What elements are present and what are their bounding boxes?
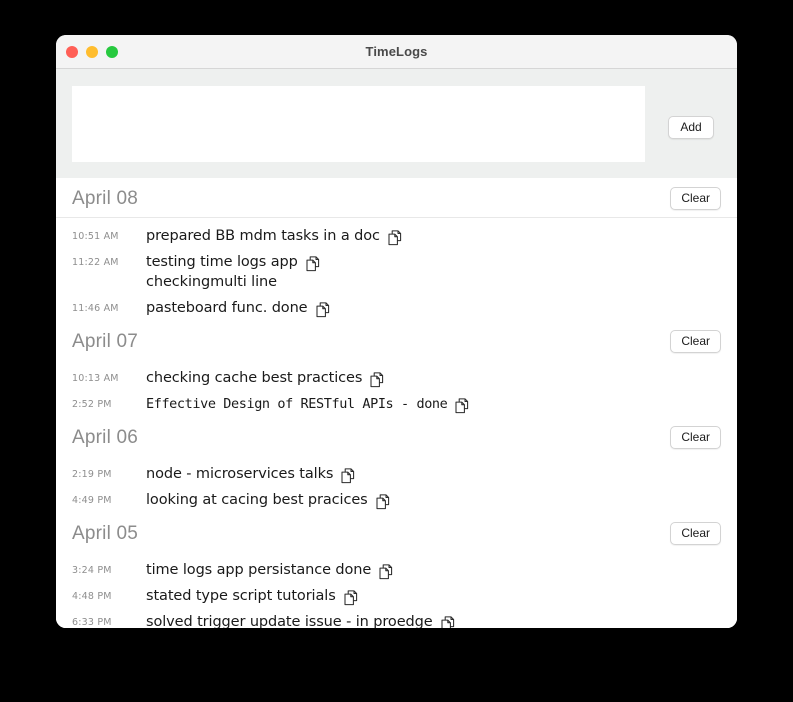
log-entry: 10:13 AM checking cache best practices xyxy=(56,365,737,391)
entry-body: checking cache best practices xyxy=(146,368,384,388)
entry-body: stated type script tutorials xyxy=(146,586,358,606)
day-title: April 08 xyxy=(72,187,139,209)
copy-icon[interactable] xyxy=(441,616,455,628)
add-button-container: Add xyxy=(645,86,737,139)
day-header: April 06 Clear xyxy=(56,417,737,456)
copy-icon[interactable] xyxy=(341,468,355,484)
entry-body: prepared BB mdm tasks in a doc xyxy=(146,226,402,246)
day-section-april-07: April 07 Clear 10:13 AM checking cache b… xyxy=(56,321,737,417)
window-titlebar: TimeLogs xyxy=(56,35,737,69)
entry-text: node - microservices talks xyxy=(146,466,334,482)
day-title: April 06 xyxy=(72,426,139,448)
entry-text: time logs app persistance done xyxy=(146,562,372,578)
entry-text: stated type script tutorials xyxy=(146,588,336,604)
entry-timestamp: 11:46 AM xyxy=(72,303,119,314)
entry-text: testing time logs app checkingmulti line xyxy=(146,254,298,290)
log-entry: 4:48 PM stated type script tutorials xyxy=(56,583,737,609)
entry-timestamp: 10:51 AM xyxy=(72,231,119,242)
clear-day-button[interactable]: Clear xyxy=(670,522,721,545)
entry-body: testing time logs app checkingmulti line xyxy=(146,252,320,292)
maximize-button[interactable] xyxy=(106,45,118,58)
entry-timestamp: 4:48 PM xyxy=(72,591,112,602)
clear-day-button[interactable]: Clear xyxy=(670,330,721,353)
log-entry: 10:51 AM prepared BB mdm tasks in a doc xyxy=(56,223,737,249)
copy-icon[interactable] xyxy=(344,590,358,606)
day-section-april-08: April 08 Clear 10:51 AM prepared BB mdm … xyxy=(56,178,737,321)
add-button[interactable]: Add xyxy=(668,116,714,139)
log-entry: 6:33 PM solved trigger update issue - in… xyxy=(56,609,737,628)
log-entry: 2:19 PM node - microservices talks xyxy=(56,461,737,487)
entry-body: Effective Design of RESTful APIs - done xyxy=(146,394,469,414)
entry-body: looking at cacing best pracices xyxy=(146,490,390,510)
clear-day-button[interactable]: Clear xyxy=(670,426,721,449)
day-header: April 08 Clear xyxy=(56,178,737,218)
day-header: April 07 Clear xyxy=(56,321,737,360)
day-title: April 05 xyxy=(72,522,139,544)
entry-timestamp: 6:33 PM xyxy=(72,617,112,628)
entry-body: solved trigger update issue - in proedge xyxy=(146,612,455,628)
minimize-button[interactable] xyxy=(86,45,98,58)
day-title: April 07 xyxy=(72,330,139,352)
day-entries: 3:24 PM time logs app persistance done 4… xyxy=(56,552,737,628)
copy-icon[interactable] xyxy=(370,372,384,388)
copy-icon[interactable] xyxy=(376,494,390,510)
log-entry: 2:52 PM Effective Design of RESTful APIs… xyxy=(56,391,737,417)
close-button[interactable] xyxy=(66,45,78,58)
entry-text: checking cache best practices xyxy=(146,370,363,386)
entry-text: pasteboard func. done xyxy=(146,300,308,316)
copy-icon[interactable] xyxy=(379,564,393,580)
timelogs-window: TimeLogs Add April 08 Clear 10:51 AM pre… xyxy=(56,35,737,628)
day-entries: 10:13 AM checking cache best practices 2… xyxy=(56,360,737,417)
copy-icon[interactable] xyxy=(388,230,402,246)
day-header: April 05 Clear xyxy=(56,513,737,552)
entry-timestamp: 2:52 PM xyxy=(72,399,112,410)
entry-timestamp: 10:13 AM xyxy=(72,373,119,384)
entry-body: node - microservices talks xyxy=(146,464,355,484)
log-entry: 11:22 AM testing time logs app checkingm… xyxy=(56,249,737,295)
day-entries: 10:51 AM prepared BB mdm tasks in a doc … xyxy=(56,218,737,321)
window-title: TimeLogs xyxy=(365,44,428,59)
day-section-april-05: April 05 Clear 3:24 PM time logs app per… xyxy=(56,513,737,628)
entry-text: prepared BB mdm tasks in a doc xyxy=(146,228,380,244)
entry-text: solved trigger update issue - in proedge xyxy=(146,614,433,628)
copy-icon[interactable] xyxy=(306,256,320,272)
log-entry: 11:46 AM pasteboard func. done xyxy=(56,295,737,321)
new-log-input[interactable] xyxy=(72,86,645,162)
entry-body: pasteboard func. done xyxy=(146,298,330,318)
day-section-april-06: April 06 Clear 2:19 PM node - microservi… xyxy=(56,417,737,513)
log-entry: 3:24 PM time logs app persistance done xyxy=(56,557,737,583)
window-controls xyxy=(66,35,118,68)
entry-timestamp: 11:22 AM xyxy=(72,257,119,268)
entry-text: looking at cacing best pracices xyxy=(146,492,368,508)
copy-icon[interactable] xyxy=(315,302,330,318)
copy-icon[interactable] xyxy=(455,398,469,414)
clear-day-button[interactable]: Clear xyxy=(670,187,721,210)
entry-text: Effective Design of RESTful APIs - done xyxy=(146,396,448,412)
entry-timestamp: 4:49 PM xyxy=(72,495,112,506)
desktop-background: TimeLogs Add April 08 Clear 10:51 AM pre… xyxy=(0,0,793,702)
log-entry: 4:49 PM looking at cacing best pracices xyxy=(56,487,737,513)
entry-timestamp: 2:19 PM xyxy=(72,469,112,480)
entry-timestamp: 3:24 PM xyxy=(72,565,112,576)
compose-area: Add xyxy=(56,69,737,178)
log-list: April 08 Clear 10:51 AM prepared BB mdm … xyxy=(56,178,737,628)
entry-body: time logs app persistance done xyxy=(146,560,393,580)
day-entries: 2:19 PM node - microservices talks 4:49 … xyxy=(56,456,737,513)
